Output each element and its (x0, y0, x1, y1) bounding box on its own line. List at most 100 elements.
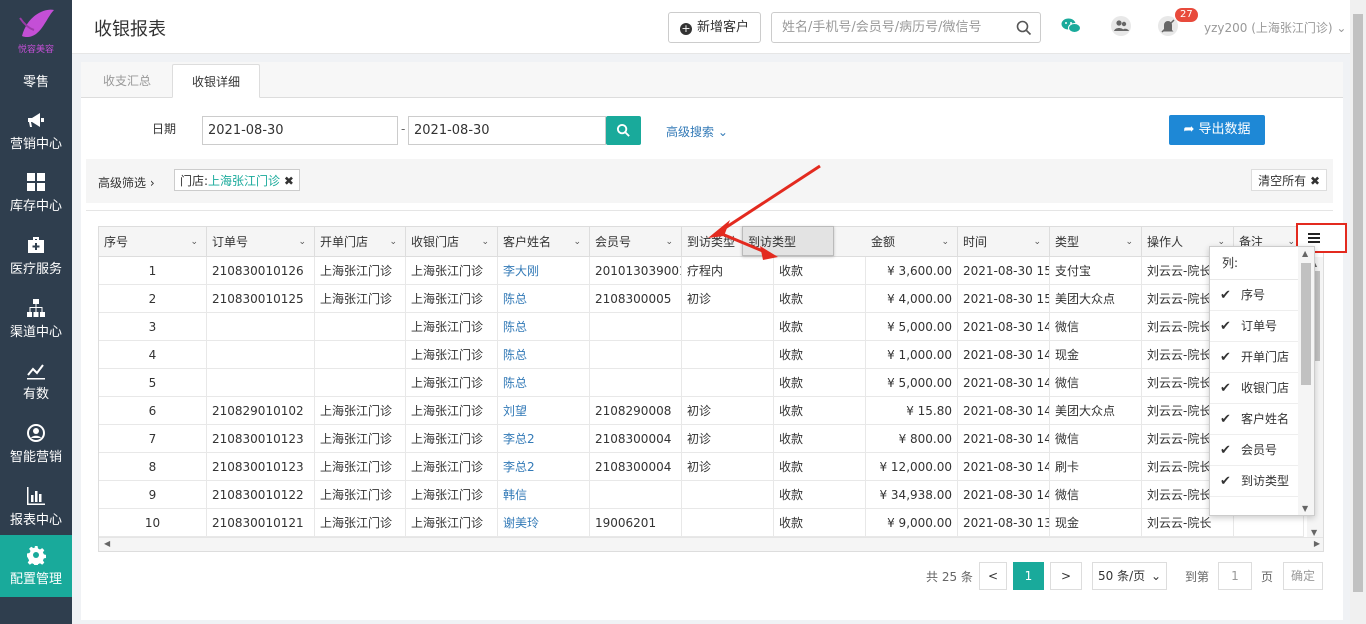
table-row[interactable]: 9 210830010122 上海张江门诊 上海张江门诊 韩信 收款 ¥ 34,938.00… (99, 481, 1304, 509)
date-from-input[interactable]: 2021-08-30 (202, 116, 398, 145)
page-size-select[interactable]: 50 条/页 ⌄ (1092, 562, 1167, 590)
sidebar-item-marketing[interactable]: 营销中心 (0, 100, 72, 162)
table-cell: 刷卡 (1050, 453, 1142, 481)
search-input[interactable] (772, 13, 1002, 42)
column-header[interactable]: 开单门店 ⌄ (315, 227, 406, 257)
column-menu-item[interactable]: ✔ 订单号 (1210, 311, 1298, 342)
pagination: 共 25 条 < 1 > 50 条/页 ⌄ 到第 1 页 确定 (81, 562, 1343, 592)
column-menu-item[interactable]: ✔ 开单门店 (1210, 342, 1298, 373)
table-cell: 4 (99, 341, 207, 369)
column-header[interactable]: 客户姓名 ⌄ (498, 227, 590, 257)
customer-name-link[interactable]: 陈总 (498, 369, 590, 397)
goto-page-input[interactable]: 1 (1218, 562, 1252, 590)
column-header[interactable]: 会员号 ⌄ (590, 227, 682, 257)
sidebar-item-label: 医疗服务 (9, 262, 62, 277)
scroll-left-icon[interactable]: ◀ (104, 539, 110, 548)
new-customer-button[interactable]: + 新增客户 (668, 12, 761, 43)
sidebar-item-medical[interactable]: 医疗服务 (0, 225, 72, 287)
user-menu[interactable]: yzy200 (上海张江门诊) ⌄ (1204, 19, 1346, 36)
search-button[interactable] (606, 116, 641, 145)
column-header[interactable]: 类型 ⌄ (1050, 227, 1142, 257)
sidebar-item-channel[interactable]: 渠道中心 (0, 288, 72, 350)
column-menu-item[interactable]: ✔ 会员号 (1210, 435, 1298, 466)
customer-name-link[interactable]: 李总2 (498, 453, 590, 481)
search-icon[interactable] (1016, 20, 1032, 36)
chevron-down-icon[interactable]: ⌄ (190, 227, 198, 257)
close-icon[interactable]: ✖ (284, 174, 294, 188)
table-cell: 初诊 (682, 397, 774, 425)
chevron-down-icon[interactable]: ⌄ (389, 227, 397, 257)
report-panel: 收支汇总 收银详细 日期 2021-08-30 - 2021-08-30 高级搜… (81, 62, 1343, 620)
chevron-down-icon[interactable]: ⌄ (1033, 227, 1041, 257)
table-row[interactable]: 2 210830010125 上海张江门诊 上海张江门诊 陈总 2108300005 初诊收… (99, 285, 1304, 313)
brand-logo[interactable]: 悦容美容 (0, 6, 72, 62)
table-row[interactable]: 10 210830010121 上海张江门诊 上海张江门诊 谢美玲 19006201 收款 ¥… (99, 509, 1304, 537)
chevron-down-icon[interactable]: ⌄ (298, 227, 306, 257)
prev-page-button[interactable]: < (979, 562, 1007, 590)
tab-income-summary[interactable]: 收支汇总 (87, 64, 167, 98)
column-header[interactable]: 时间 ⌄ (958, 227, 1050, 257)
table-cell: 收款 (774, 369, 866, 397)
table-cell: 上海张江门诊 (315, 397, 406, 425)
table-row[interactable]: 6 210829010102 上海张江门诊 上海张江门诊 刘望 2108290008 初诊收… (99, 397, 1304, 425)
customer-name-link[interactable]: 刘望 (498, 397, 590, 425)
sidebar-item-reports[interactable]: 报表中心 (0, 476, 72, 538)
next-page-button[interactable]: > (1050, 562, 1082, 590)
wechat-icon[interactable] (1060, 15, 1082, 37)
clear-all-button[interactable]: 清空所有 ✖ (1251, 169, 1327, 191)
chevron-down-icon[interactable]: ⌄ (665, 227, 673, 257)
tab-cashier-detail[interactable]: 收银详细 (172, 64, 260, 98)
grid-horizontal-scrollbar[interactable]: ◀ ▶ (99, 537, 1323, 551)
table-row[interactable]: 4上海张江门诊陈总收款¥ 1,000.002021-08-30 14:5现金刘云… (99, 341, 1304, 369)
goto-confirm-button[interactable]: 确定 (1283, 562, 1323, 590)
table-row[interactable]: 8 210830010123 上海张江门诊 上海张江门诊 李总2 2108300004 初诊… (99, 453, 1304, 481)
chevron-down-icon[interactable]: ⌄ (573, 227, 581, 257)
table-row[interactable]: 5上海张江门诊陈总收款¥ 5,000.002021-08-30 14:5微信刘云… (99, 369, 1304, 397)
column-header[interactable]: 序号 ⌄ (99, 227, 207, 257)
scroll-right-icon[interactable]: ▶ (1314, 539, 1320, 548)
customer-name-link[interactable]: 陈总 (498, 341, 590, 369)
dragged-column-header[interactable]: 到访类型 (742, 226, 834, 256)
page-1-button[interactable]: 1 (1013, 562, 1044, 590)
column-header-label: 会员号 (595, 235, 632, 249)
column-menu-item[interactable]: ✔ 序号 (1210, 280, 1298, 311)
customer-name-link[interactable]: 谢美玲 (498, 509, 590, 537)
table-cell: 210829010102 (207, 397, 315, 425)
customer-name-link[interactable]: 李大刚 (498, 257, 590, 285)
export-data-button[interactable]: ➦ 导出数据 (1169, 115, 1265, 145)
chevron-down-icon[interactable]: ⌄ (941, 227, 949, 257)
advanced-search-toggle[interactable]: 高级搜索 ⌄ (666, 123, 728, 140)
chevron-down-icon[interactable]: ⌄ (481, 227, 489, 257)
page-scrollbar[interactable] (1350, 0, 1366, 624)
table-cell: 2021-08-30 14:5 (958, 397, 1050, 425)
scroll-down-icon[interactable]: ▼ (1311, 528, 1317, 537)
column-header[interactable]: 金额 ⌄ (866, 227, 958, 257)
column-menu-item[interactable]: ✔ 收银门店 (1210, 373, 1298, 404)
scroll-up-icon[interactable]: ▲ (1302, 249, 1308, 258)
group-users-icon[interactable] (1110, 15, 1132, 37)
customer-name-link[interactable]: 李总2 (498, 425, 590, 453)
page-scrollbar-thumb[interactable] (1353, 14, 1363, 592)
column-menu-item[interactable]: ✔ 客户姓名 (1210, 404, 1298, 435)
column-header-label: 开单门店 (320, 235, 369, 249)
column-header[interactable]: 订单号 ⌄ (207, 227, 315, 257)
sidebar-item-data[interactable]: 有数 (0, 350, 72, 412)
sidebar-item-config[interactable]: 配置管理 (0, 535, 72, 597)
column-menu-scrollbar[interactable]: ▲ ▼ (1298, 247, 1314, 515)
customer-name-link[interactable]: 陈总 (498, 285, 590, 313)
column-menu-item[interactable]: ✔ 到访类型 (1210, 466, 1298, 497)
column-header[interactable]: 收银门店 ⌄ (406, 227, 498, 257)
table-row[interactable]: 7 210830010123 上海张江门诊 上海张江门诊 李总2 2108300004 初诊… (99, 425, 1304, 453)
search-icon (616, 123, 630, 137)
customer-name-link[interactable]: 陈总 (498, 313, 590, 341)
sidebar-item-inventory[interactable]: 库存中心 (0, 162, 72, 224)
scroll-down-icon[interactable]: ▼ (1302, 504, 1308, 513)
customer-name-link[interactable]: 韩信 (498, 481, 590, 509)
date-to-input[interactable]: 2021-08-30 (408, 116, 606, 145)
sidebar-item-smart-marketing[interactable]: 智能营销 (0, 413, 72, 475)
chevron-down-icon[interactable]: ⌄ (1125, 227, 1133, 257)
table-row[interactable]: 1 210830010126 上海张江门诊 上海张江门诊 李大刚 201013039001… (99, 257, 1304, 285)
filter-chip-store[interactable]: 门店:上海张江门诊 ✖ (174, 169, 300, 191)
column-menu-scroll-thumb[interactable] (1301, 263, 1311, 385)
table-row[interactable]: 3上海张江门诊陈总收款¥ 5,000.002021-08-30 14:5微信刘云… (99, 313, 1304, 341)
